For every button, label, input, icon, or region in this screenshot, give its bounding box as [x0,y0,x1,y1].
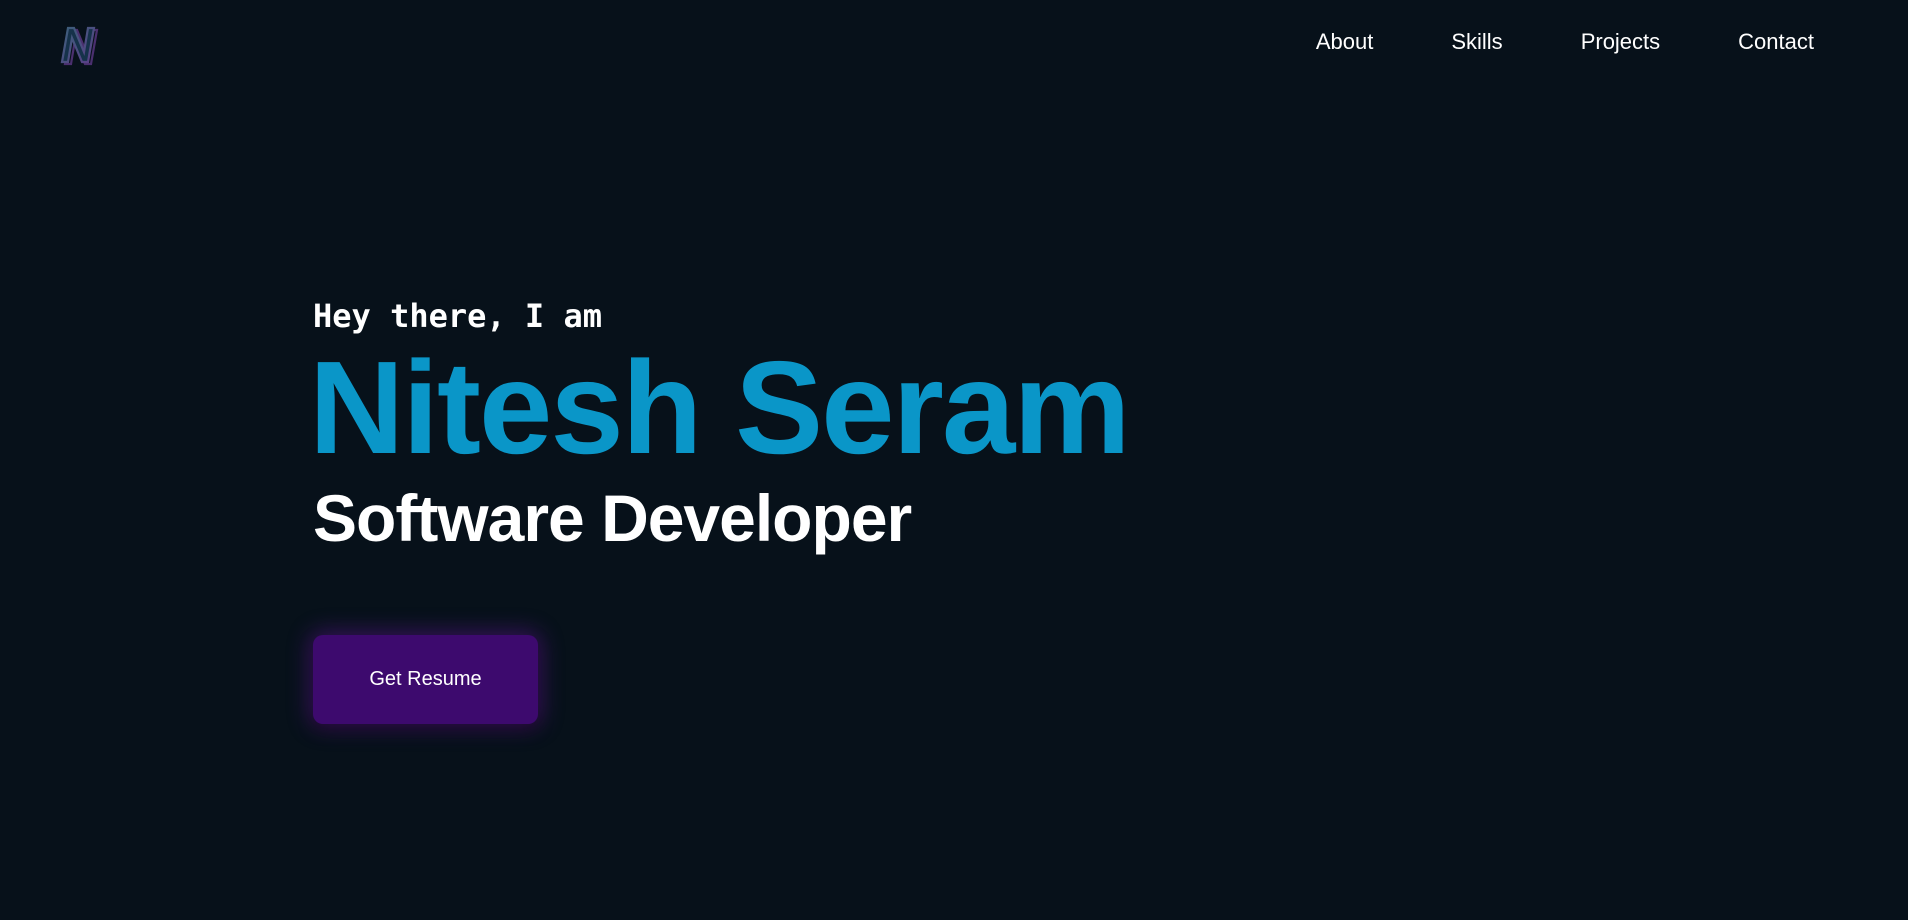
get-resume-button[interactable]: Get Resume [313,635,538,724]
main-nav: About Skills Projects Contact [1238,28,1814,56]
page: About Skills Projects Contact Hey there,… [0,0,1908,920]
nav-contact-link[interactable]: Contact [1738,28,1814,56]
nav-skills-link[interactable]: Skills [1451,28,1502,56]
hero-role: Software Developer [313,481,912,555]
hero-section: Hey there, I am Nitesh Seram Software De… [309,296,1131,555]
hero-name: Nitesh Seram [309,334,1131,481]
hero-greeting: Hey there, I am [313,297,602,335]
nav-about-link[interactable]: About [1316,28,1374,56]
nav-projects-link[interactable]: Projects [1581,28,1660,56]
logo-icon[interactable] [54,22,102,66]
